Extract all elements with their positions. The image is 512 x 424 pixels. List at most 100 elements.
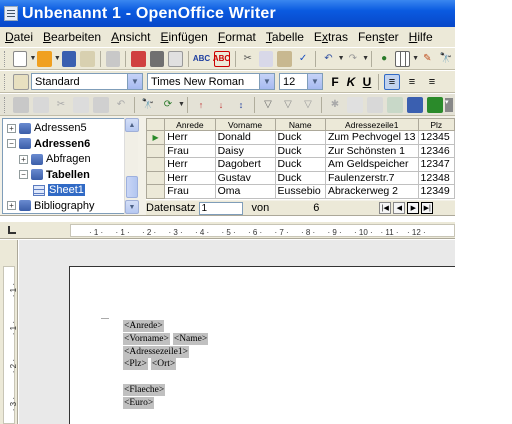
column-header-name[interactable]: Name bbox=[274, 118, 326, 131]
show-draw-functions-icon[interactable]: ✎ bbox=[420, 51, 434, 67]
chevron-down-icon[interactable]: ▼ bbox=[127, 74, 142, 89]
format-paintbrush-icon[interactable]: ✓ bbox=[296, 51, 310, 67]
mail-merge-field[interactable]: <Adressezeile1> bbox=[123, 345, 189, 358]
bold-button[interactable]: F bbox=[328, 75, 342, 89]
mail-merge-field[interactable]: <Anrede> bbox=[123, 320, 164, 332]
row-header[interactable] bbox=[146, 170, 166, 185]
ruler-scale[interactable]: · 1 · · 1 · · 2 · · 3 · · 4 · · 5 · · 6 · · 7 ·… bbox=[70, 224, 455, 237]
toolbar-grip[interactable] bbox=[4, 50, 7, 67]
sort-icon[interactable]: ↕ bbox=[233, 97, 249, 113]
collapse-icon[interactable]: − bbox=[19, 170, 28, 179]
menu-datei[interactable]: Datei bbox=[0, 30, 38, 44]
menu-bearbeiten[interactable]: Bearbeiten bbox=[38, 30, 106, 44]
horizontal-ruler[interactable]: · 1 · · 1 · · 2 · · 3 · · 4 · · 5 · · 6 · · 7 ·… bbox=[0, 222, 455, 239]
mail-merge-field[interactable]: <Ort> bbox=[150, 358, 177, 371]
mail-merge-field[interactable]: <Plz> bbox=[123, 358, 148, 371]
document-line[interactable]: <Euro> bbox=[123, 396, 157, 409]
mail-merge-field[interactable]: <Vorname> bbox=[123, 332, 170, 345]
scroll-up-icon[interactable]: ▲ bbox=[125, 118, 139, 132]
expand-icon[interactable]: + bbox=[7, 123, 16, 133]
underline-button[interactable]: U bbox=[360, 75, 374, 89]
font-size-select[interactable]: 12 ▼ bbox=[279, 73, 323, 90]
mail-merge-field[interactable]: <Euro> bbox=[123, 396, 155, 409]
paste-icon[interactable] bbox=[277, 50, 292, 67]
tree-item-sheet1[interactable]: Sheet1 bbox=[33, 183, 85, 197]
record-number-input[interactable]: 1 bbox=[198, 201, 243, 215]
document-line[interactable]: <Flaeche> bbox=[123, 384, 168, 396]
toolbar-grip[interactable] bbox=[4, 96, 7, 113]
autospellcheck-icon[interactable]: ABC bbox=[213, 50, 230, 67]
toolbar-grip[interactable] bbox=[4, 73, 7, 90]
table-row[interactable]: Frau Oma Eussebio Abrackerweg 2 12349 bbox=[146, 184, 455, 199]
row-header[interactable] bbox=[146, 143, 166, 158]
document-line[interactable]: <Adressezeile1> bbox=[123, 345, 192, 358]
menu-fenster[interactable]: Fenster bbox=[353, 30, 404, 44]
autofilter-icon[interactable]: ▽ bbox=[260, 97, 276, 113]
hyperlink-icon[interactable]: ● bbox=[377, 51, 391, 67]
redo-dropdown-icon[interactable]: ▼ bbox=[362, 55, 369, 62]
page-preview-icon[interactable] bbox=[167, 50, 183, 67]
tree-item-abfragen[interactable]: + Abfragen bbox=[19, 152, 91, 166]
collapse-icon[interactable]: − bbox=[7, 139, 16, 148]
refresh-icon[interactable]: ⟳ bbox=[160, 97, 176, 113]
table-cell[interactable]: Frau bbox=[164, 184, 216, 199]
table-cell[interactable]: Duck bbox=[275, 144, 326, 158]
vertical-ruler[interactable]: · 1 · · 1 · · 2 · · 3 · bbox=[0, 240, 18, 424]
spellcheck-icon[interactable]: ABC bbox=[193, 51, 210, 67]
mail-merge-field[interactable]: <Flaeche> bbox=[123, 384, 166, 396]
new-document-icon[interactable] bbox=[12, 50, 28, 67]
table-cell[interactable]: Duck bbox=[275, 171, 326, 185]
previous-record-icon[interactable]: ◀ bbox=[393, 202, 406, 214]
expand-icon[interactable]: + bbox=[19, 154, 28, 164]
find-record-icon[interactable]: 🔭 bbox=[140, 97, 156, 113]
undo-dropdown-icon[interactable]: ▼ bbox=[338, 55, 345, 62]
table-cell[interactable]: Faulenzerstr.7 bbox=[325, 171, 419, 185]
align-left-icon[interactable]: ≡ bbox=[384, 73, 400, 90]
email-icon[interactable] bbox=[80, 50, 95, 67]
column-header-adressezeile1[interactable]: Adressezeile1 bbox=[324, 118, 419, 131]
edit-data-icon[interactable] bbox=[33, 96, 49, 113]
data-source-current-document-icon[interactable] bbox=[387, 96, 403, 113]
table-cell[interactable]: 12345 bbox=[418, 130, 455, 145]
explorer-on-off-icon[interactable] bbox=[407, 96, 423, 113]
datasource-tree[interactable]: + Adressen5 − Adressen6 + Abfragen − Tabellen Sh… bbox=[2, 118, 138, 214]
document-line[interactable]: <Plz> <Ort> bbox=[123, 358, 179, 371]
table-dropdown-icon[interactable]: ▼ bbox=[412, 55, 419, 62]
scroll-thumb[interactable] bbox=[126, 176, 138, 198]
remove-filter-icon[interactable]: ▽ bbox=[300, 97, 316, 113]
export-pdf-icon[interactable] bbox=[131, 50, 146, 67]
first-record-icon[interactable]: |◀ bbox=[379, 202, 392, 214]
table-cell[interactable]: Abrackerweg 2 bbox=[325, 184, 419, 199]
table-cell[interactable]: Donald bbox=[215, 130, 276, 145]
table-row[interactable]: Herr Dagobert Duck Am Geldspeicher 12347 bbox=[146, 157, 455, 172]
table-cell[interactable]: Duck bbox=[275, 130, 326, 145]
table-cell[interactable]: Eussebio bbox=[275, 184, 326, 199]
document-line[interactable]: <Anrede> bbox=[123, 320, 167, 332]
undo-icon[interactable]: ↶ bbox=[321, 51, 335, 67]
menu-format[interactable]: Format bbox=[213, 30, 261, 44]
sort-descending-icon[interactable]: ↓ bbox=[213, 97, 229, 113]
undo-record-icon[interactable]: ↶ bbox=[113, 97, 129, 113]
document-area[interactable] bbox=[19, 240, 455, 424]
paragraph-style-select[interactable]: Standard ▼ bbox=[31, 73, 143, 90]
table-icon[interactable] bbox=[395, 50, 411, 67]
table-cell[interactable]: Frau bbox=[164, 144, 216, 158]
table-row[interactable]: Herr Gustav Duck Faulenzerstr.7 12348 bbox=[146, 170, 455, 185]
copy-icon[interactable] bbox=[73, 96, 89, 113]
menu-extras[interactable]: Extras bbox=[309, 30, 353, 44]
scroll-down-icon[interactable]: ▼ bbox=[125, 200, 139, 214]
tree-item-adressen5[interactable]: + Adressen5 bbox=[7, 121, 87, 135]
table-row[interactable]: Frau Daisy Duck Zur Schönsten 1 12346 bbox=[146, 143, 455, 158]
table-cell[interactable]: Gustav bbox=[215, 171, 276, 185]
font-name-select[interactable]: Times New Roman ▼ bbox=[147, 73, 275, 90]
next-record-icon[interactable]: ▶ bbox=[407, 202, 420, 214]
data-grid[interactable]: Anrede Vorname Name Adressezeile1 Plz ▶ Herr D… bbox=[146, 118, 455, 200]
align-center-icon[interactable]: ≡ bbox=[404, 74, 420, 90]
table-cell[interactable]: Oma bbox=[215, 184, 276, 199]
table-cell[interactable]: Duck bbox=[275, 157, 326, 172]
menu-einfügen[interactable]: Einfügen bbox=[155, 30, 212, 44]
row-header[interactable]: ▶ bbox=[146, 130, 166, 145]
document-line[interactable]: <Vorname> <Name> bbox=[123, 332, 211, 345]
table-cell[interactable]: 12346 bbox=[418, 144, 455, 158]
column-header-vorname[interactable]: Vorname bbox=[214, 118, 276, 131]
